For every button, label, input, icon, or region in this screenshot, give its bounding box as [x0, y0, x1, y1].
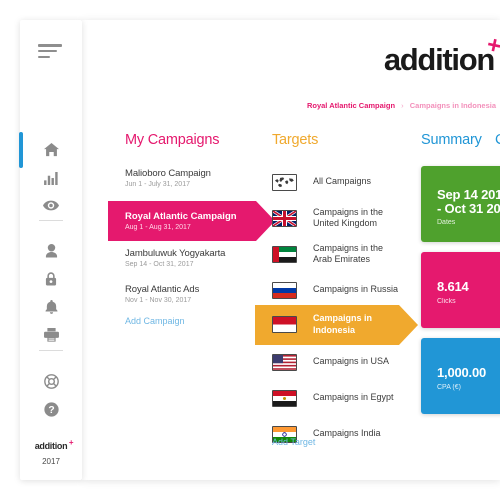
summary-card-clicks[interactable]: 8.614 Clicks	[421, 252, 500, 328]
bar-chart-icon	[43, 171, 58, 185]
lock-icon	[45, 272, 57, 286]
home-icon	[43, 143, 59, 157]
app-window: ? addition + 2017 addition + Royal Atlan…	[0, 0, 500, 500]
summary-card-label: Clicks	[437, 298, 456, 305]
sidebar-divider	[39, 350, 63, 351]
help-icon: ?	[43, 401, 59, 417]
summary-card-value: 8.614	[437, 279, 469, 294]
flag-arab-emirates-icon	[272, 245, 297, 263]
flag-indonesia-icon	[272, 316, 297, 333]
breadcrumb: Royal Atlantic Campaign › Campaigns in I…	[307, 101, 496, 110]
eye-icon	[43, 200, 59, 210]
brand-plus-icon: +	[484, 30, 500, 61]
world-map-icon	[272, 173, 297, 191]
lifebuoy-icon	[43, 373, 59, 389]
sidebar-divider	[39, 220, 63, 221]
sidebar-item-support[interactable]	[20, 368, 82, 394]
campaign-name: Malioboro Campaign	[125, 168, 211, 179]
summary-card-label: Dates	[437, 219, 456, 226]
flag-russia-icon	[272, 281, 297, 299]
target-label: Campaigns in USA	[313, 356, 390, 367]
svg-text:?: ?	[48, 405, 54, 416]
breadcrumb-parent[interactable]: Royal Atlantic Campaign	[307, 101, 395, 110]
list-item[interactable]: Campaigns in USA	[272, 347, 422, 377]
summary-column-title-2: C	[495, 132, 500, 148]
hamburger-line	[38, 44, 62, 47]
campaign-name: Royal Atlantic Campaign	[125, 211, 237, 222]
sidebar-logo: addition + 2017	[20, 436, 82, 466]
summary-card-dates[interactable]: Sep 14 2017 - Oct 31 2017 Dates	[421, 166, 500, 242]
summary-column-title: Summary	[421, 132, 482, 148]
list-item-active[interactable]: Royal Atlantic Campaign Aug 1 - Aug 31, …	[108, 201, 275, 241]
hamburger-icon[interactable]	[38, 44, 62, 59]
target-label: Campaigns in Russia	[313, 284, 399, 295]
flag-usa-icon	[272, 353, 297, 371]
list-item[interactable]: Campaigns in Russia	[272, 275, 422, 305]
chevron-right-icon: ›	[401, 101, 404, 110]
user-icon	[45, 244, 57, 258]
brand-name: addition	[383, 42, 495, 77]
sidebar-item-analytics[interactable]	[20, 165, 82, 191]
breadcrumb-current[interactable]: Campaigns in Indonesia	[410, 101, 496, 110]
sidebar-item-print[interactable]	[20, 322, 82, 348]
summary-card-cpa[interactable]: 1,000.00 CPA (€)	[421, 338, 500, 414]
list-item-active[interactable]: Campaigns in Indonesia	[255, 305, 418, 345]
sidebar-item-views[interactable]	[20, 192, 82, 218]
list-item[interactable]: All Campaigns	[272, 167, 422, 197]
flag-indonesia-wrapper	[272, 316, 297, 333]
target-label: All Campaigns	[313, 176, 372, 187]
add-target-button[interactable]: Add Target	[272, 437, 315, 447]
brand-logo: addition +	[383, 31, 500, 77]
sidebar-item-help[interactable]: ?	[20, 396, 82, 422]
sidebar-item-security[interactable]	[20, 266, 82, 292]
campaign-name: Royal Atlantic Ads	[125, 284, 200, 295]
campaign-dates: Sep 14 - Oct 31, 2017	[125, 261, 194, 268]
campaign-dates: Jun 1 - July 31, 2017	[125, 181, 190, 188]
target-label: Campaigns in Indonesia	[313, 313, 373, 335]
campaign-dates: Nov 1 - Nov 30, 2017	[125, 297, 192, 304]
summary-card-value: Sep 14 2017 - Oct 31 2017	[437, 187, 500, 216]
target-label: Campaigns in Egypt	[313, 392, 394, 403]
bell-icon	[45, 300, 57, 314]
list-item[interactable]: Malioboro Campaign Jun 1 - July 31, 2017	[125, 168, 275, 188]
campaigns-column-title: My Campaigns	[125, 132, 220, 148]
list-item[interactable]: Jambuluwuk Yogyakarta Sep 14 - Oct 31, 2…	[125, 248, 275, 268]
sidebar-item-notifications[interactable]	[20, 294, 82, 320]
flag-egypt-icon	[272, 389, 297, 407]
target-label: Campaigns India	[313, 428, 381, 439]
add-campaign-button[interactable]: Add Campaign	[125, 316, 185, 326]
main-panel: addition + Royal Atlantic Campaign › Cam…	[82, 20, 500, 480]
sidebar-item-account[interactable]	[20, 238, 82, 264]
campaign-name: Jambuluwuk Yogyakarta	[125, 248, 226, 259]
printer-icon	[43, 328, 59, 342]
sidebar-logo-year: 2017	[42, 457, 60, 466]
summary-card-value: 1,000.00	[437, 365, 487, 380]
targets-column-title: Targets	[272, 132, 319, 148]
list-item[interactable]: Royal Atlantic Ads Nov 1 - Nov 30, 2017	[125, 284, 275, 304]
hamburger-line	[38, 49, 57, 53]
campaign-dates: Aug 1 - Aug 31, 2017	[125, 224, 191, 231]
list-item[interactable]: Campaigns in Egypt	[272, 383, 422, 413]
sidebar: ? addition + 2017	[19, 20, 82, 480]
target-label: Campaigns in the Arab Emirates	[313, 242, 384, 265]
sidebar-logo-text: addition	[34, 441, 68, 451]
hamburger-line	[38, 55, 50, 59]
list-item[interactable]: Campaigns in the Arab Emirates	[272, 239, 422, 269]
sidebar-logo-plus-icon: +	[68, 438, 74, 447]
target-label: Campaigns in the United Kingdom	[313, 206, 384, 229]
summary-card-label: CPA (€)	[437, 384, 461, 391]
list-item[interactable]: Campaigns in the United Kingdom	[272, 203, 422, 233]
flag-united-kingdom-icon	[272, 209, 297, 227]
sidebar-item-home[interactable]	[20, 137, 82, 163]
